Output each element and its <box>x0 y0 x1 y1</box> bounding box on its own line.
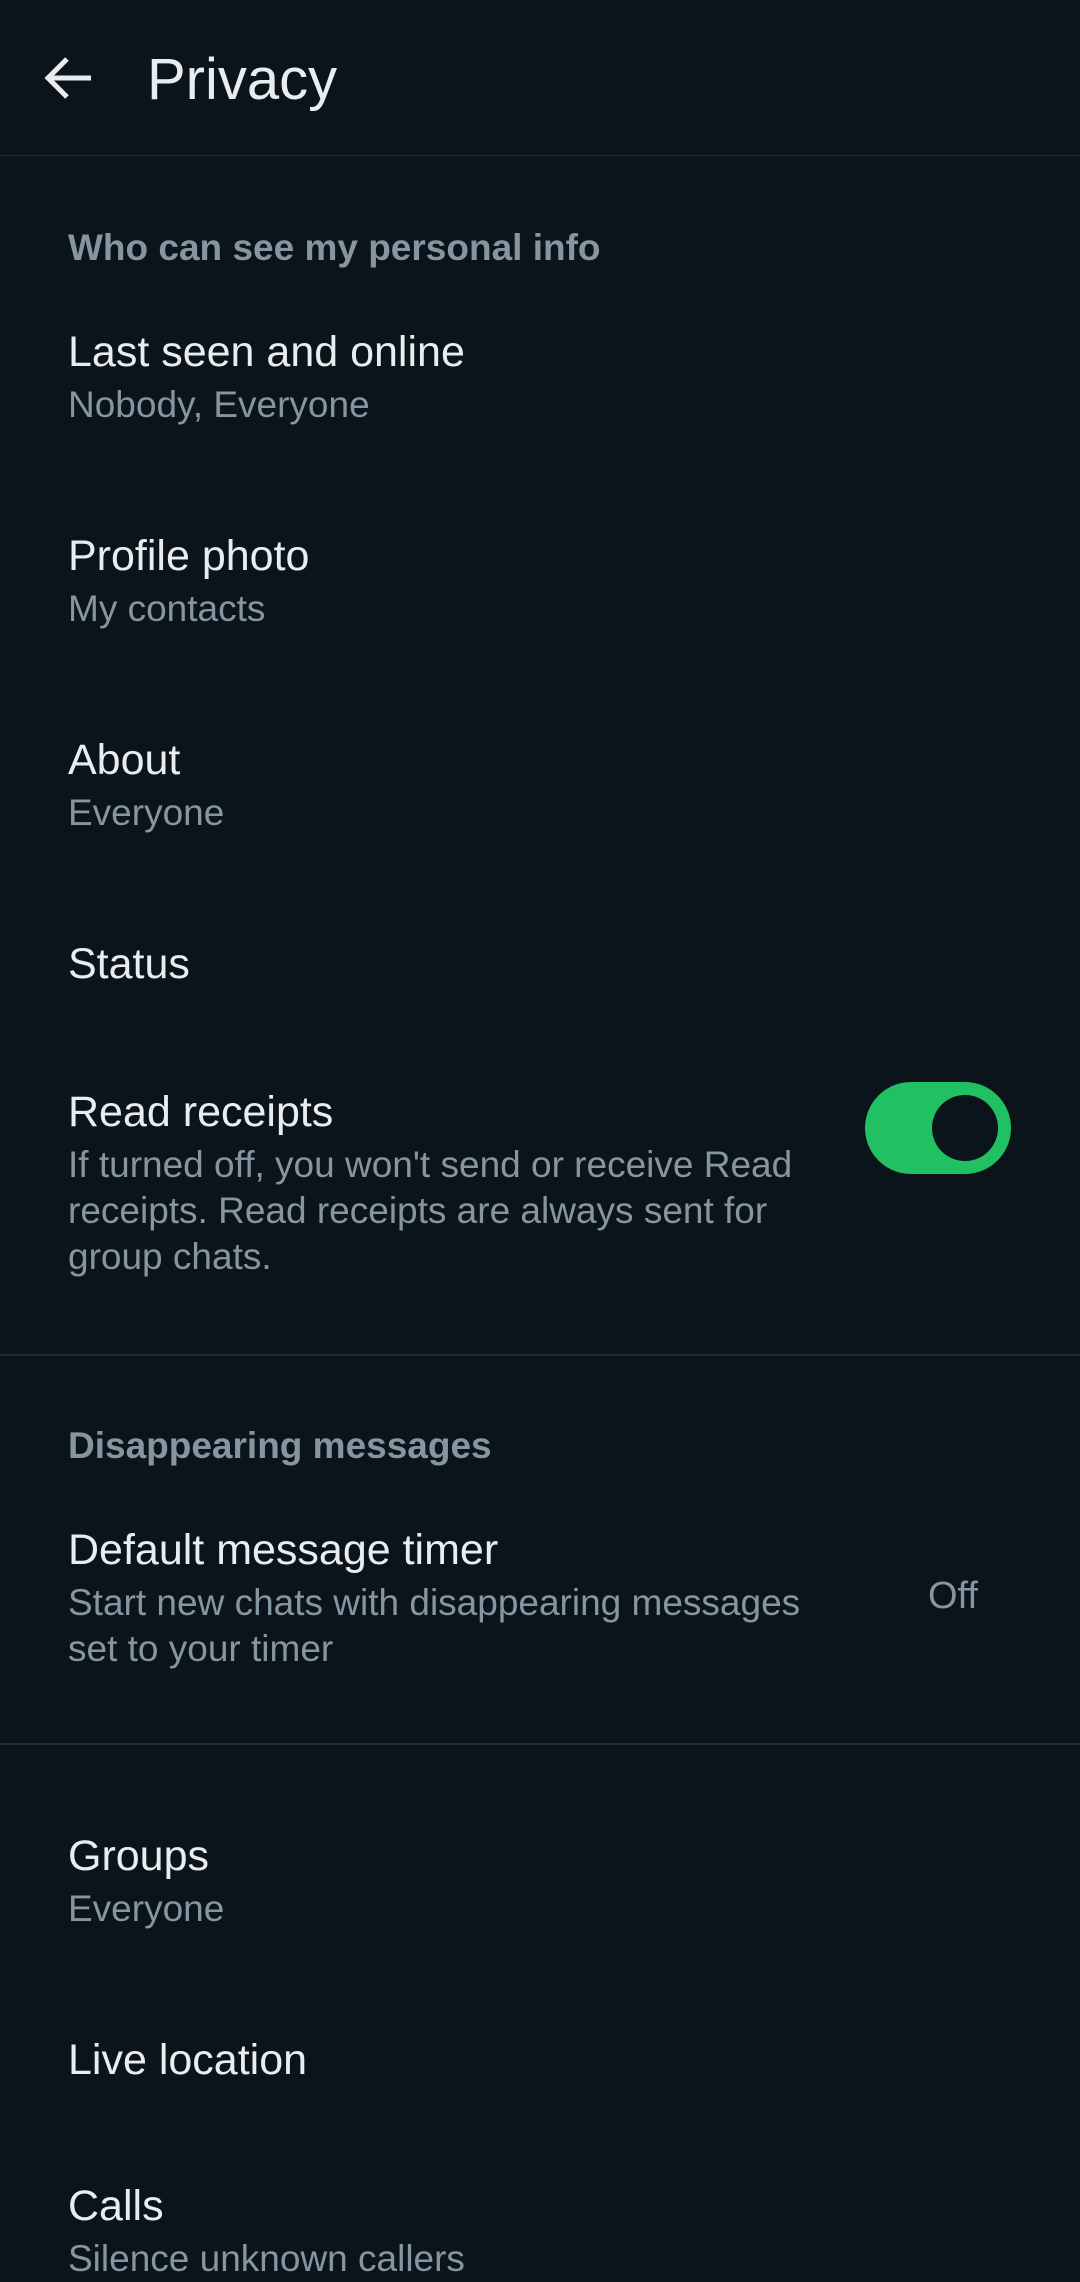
row-title: Groups <box>68 1832 210 1880</box>
row-title: Last seen and online <box>68 328 465 376</box>
section-divider <box>0 1354 1080 1356</box>
row-subtitle: Nobody, Everyone <box>68 384 370 425</box>
timer-value: Off <box>928 1575 978 1617</box>
section-header-disappearing-messages: Disappearing messages <box>68 1425 492 1466</box>
row-title: Default message timer <box>68 1526 499 1574</box>
row-title: Read receipts <box>68 1088 334 1136</box>
default-message-timer-row[interactable]: Default message timer Start new chats wi… <box>0 1508 1080 1688</box>
read-receipts-description-line-2: receipts. Read receipts are always sent … <box>68 1190 768 1231</box>
page-title: Privacy <box>147 47 338 112</box>
row-title: Live location <box>68 2036 308 2084</box>
read-receipts-toggle[interactable] <box>865 1082 1011 1174</box>
timer-description-line-1: Start new chats with disappearing messag… <box>68 1582 801 1623</box>
row-title: Status <box>68 940 190 988</box>
app-bar: Privacy <box>0 0 1080 156</box>
row-subtitle: My contacts <box>68 588 266 629</box>
live-location-row[interactable]: Live location <box>0 2006 1080 2116</box>
calls-row[interactable]: Calls Silence unknown callers <box>0 2164 1080 2279</box>
about-row[interactable]: About Everyone <box>0 718 1080 868</box>
row-subtitle: Silence unknown callers <box>68 2238 465 2279</box>
row-title: Calls <box>68 2182 164 2230</box>
read-receipts-row[interactable]: Read receipts If turned off, you won't s… <box>0 1070 1080 1290</box>
back-button[interactable] <box>36 40 100 116</box>
timer-description-line-2: set to your timer <box>68 1628 334 1669</box>
row-title: About <box>68 736 181 784</box>
last-seen-online-row[interactable]: Last seen and online Nobody, Everyone <box>0 310 1080 460</box>
row-title: Profile photo <box>68 532 310 580</box>
arrow-left-icon <box>44 57 91 99</box>
read-receipts-description-line-1: If turned off, you won't send or receive… <box>68 1144 793 1185</box>
profile-photo-row[interactable]: Profile photo My contacts <box>0 514 1080 664</box>
read-receipts-description-line-3: group chats. <box>68 1236 272 1277</box>
section-header-personal-info: Who can see my personal info <box>68 227 601 268</box>
groups-row[interactable]: Groups Everyone <box>0 1814 1080 1964</box>
section-divider <box>0 1743 1080 1745</box>
row-subtitle: Everyone <box>68 1888 225 1929</box>
status-row[interactable]: Status <box>0 910 1080 1020</box>
toggle-knob <box>932 1095 998 1161</box>
row-subtitle: Everyone <box>68 792 225 833</box>
